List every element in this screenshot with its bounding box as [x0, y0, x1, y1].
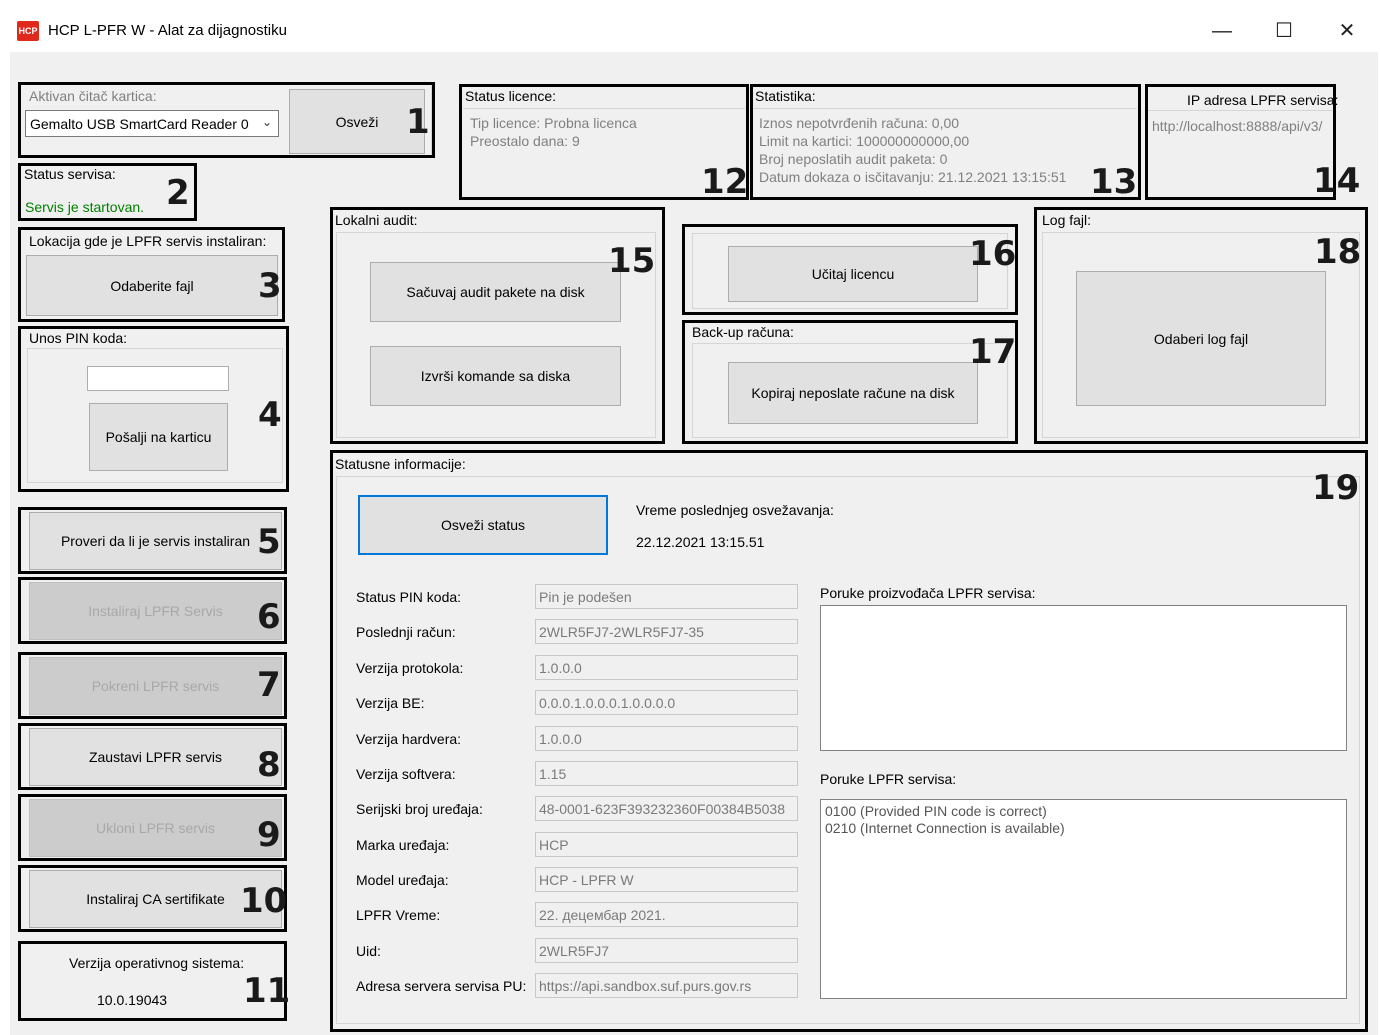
annotation-number-8: 8: [257, 745, 281, 785]
remove-service-button[interactable]: Ukloni LPFR servis: [29, 799, 282, 857]
check-service-installed-button[interactable]: Proveri da li je servis instaliran: [29, 512, 282, 570]
minimize-button[interactable]: —: [1199, 10, 1245, 52]
annotation-box-1: [18, 82, 435, 158]
annotation-number-2: 2: [166, 173, 190, 213]
annotation-number-15: 15: [608, 241, 656, 281]
annotation-number-1: 1: [406, 102, 430, 142]
annotation-number-5: 5: [257, 522, 281, 562]
annotation-number-10: 10: [240, 881, 288, 921]
annotation-box-16: [682, 224, 1018, 315]
annotation-number-16: 16: [969, 234, 1017, 274]
annotation-box-14: [1145, 84, 1336, 200]
start-service-button[interactable]: Pokreni LPFR servis: [29, 657, 282, 715]
annotation-number-9: 9: [257, 815, 281, 855]
annotation-number-17: 17: [969, 332, 1017, 372]
annotation-number-3: 3: [258, 266, 282, 306]
annotation-box-3: [18, 227, 285, 322]
annotation-number-18: 18: [1314, 232, 1362, 272]
annotation-number-4: 4: [258, 395, 282, 435]
annotation-number-6: 6: [257, 597, 281, 637]
close-button[interactable]: ✕: [1324, 10, 1370, 52]
annotation-number-12: 12: [701, 162, 749, 202]
annotation-box-4: [18, 326, 289, 492]
annotation-number-13: 13: [1090, 162, 1138, 202]
annotation-number-19: 19: [1312, 468, 1360, 508]
stop-service-button[interactable]: Zaustavi LPFR servis: [29, 728, 282, 786]
window-title: HCP L-PFR W - Alat za dijagnostiku: [48, 22, 287, 39]
annotation-box-19: [330, 450, 1368, 1032]
annotation-box-13: [750, 84, 1141, 200]
annotation-box-17: [682, 320, 1018, 444]
annotation-number-7: 7: [257, 665, 281, 705]
title-bar[interactable]: HCP HCP L-PFR W - Alat za dijagnostiku —…: [0, 0, 1380, 52]
install-service-button[interactable]: Instaliraj LPFR Servis: [29, 582, 282, 640]
maximize-button[interactable]: ☐: [1261, 10, 1307, 52]
app-logo-icon: HCP: [17, 21, 39, 41]
annotation-number-11: 11: [243, 971, 291, 1011]
annotation-number-14: 14: [1313, 161, 1361, 201]
